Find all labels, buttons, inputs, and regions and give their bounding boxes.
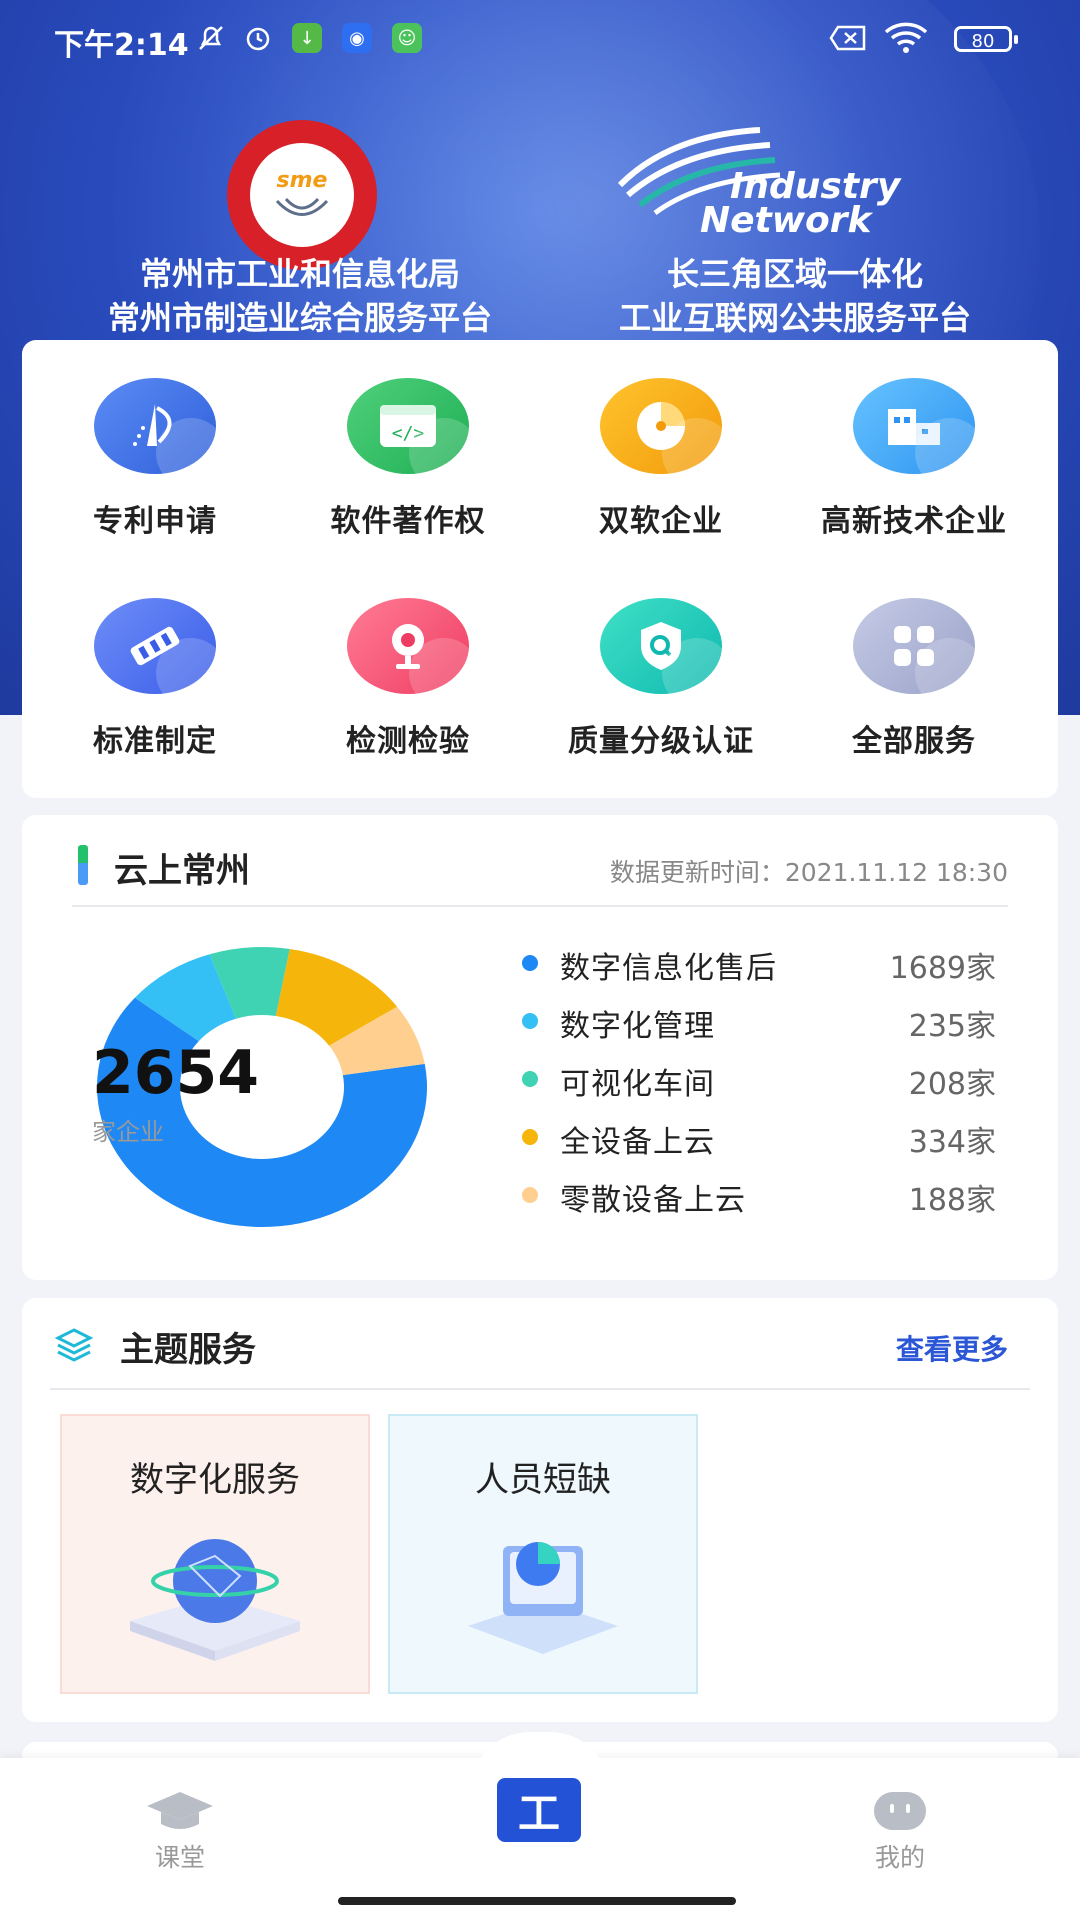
status-time: 下午2:14: [54, 28, 189, 63]
service-label: 检测检验: [346, 724, 470, 759]
logo-line-industry: Industry: [730, 166, 901, 207]
legend-dot: [522, 1071, 538, 1087]
service-label: 双软企业: [599, 504, 723, 539]
divider: [50, 1388, 1030, 1390]
legend-value: 188家: [908, 1183, 996, 1218]
patent-icon: [94, 378, 216, 474]
legend-dot: [522, 1129, 538, 1145]
webcam-icon: [347, 598, 469, 694]
service-quality-cert[interactable]: 质量分级认证: [536, 598, 786, 760]
left-org-line2: 常州市制造业综合服务平台: [107, 299, 492, 337]
theme-tile-digital[interactable]: 数字化服务: [60, 1414, 370, 1694]
download-app-icon: ↓: [292, 22, 322, 54]
service-label: 标准制定: [93, 724, 217, 759]
right-org-line2: 工业互联网公共服务平台: [618, 299, 971, 337]
code-window-icon: </>: [347, 378, 469, 474]
gesture-handle: [338, 1897, 736, 1905]
divider: [72, 905, 1008, 907]
pie-disc-icon: [600, 378, 722, 474]
service-dual-soft[interactable]: 双软企业: [536, 378, 786, 540]
donut-total-unit: 家企业: [92, 1118, 164, 1146]
svg-text:</>: </>: [392, 423, 425, 444]
graduation-cap-icon: [147, 1792, 213, 1829]
section-accent-bar: [78, 845, 88, 885]
chart-legend: 数字信息化售后 1689家 数字化管理 235家 可视化车间 208家 全设备上…: [502, 935, 1022, 1225]
legend-item: 数字信息化售后 1689家: [502, 935, 1022, 993]
chat-app-icon: ☺: [392, 22, 422, 54]
section-title: 主题服务: [120, 1330, 256, 1370]
service-label: 质量分级认证: [568, 724, 754, 759]
alarm-icon: [242, 22, 274, 54]
computer-chart-icon: [468, 1542, 618, 1654]
legend-label: 数字化管理: [560, 1009, 715, 1044]
legend-item: 零散设备上云 188家: [502, 1167, 1022, 1225]
legend-item: 可视化车间 208家: [502, 1051, 1022, 1109]
section-title: 云上常州: [114, 851, 250, 891]
donut-total: 2654: [92, 1038, 259, 1108]
service-label: 全部服务: [852, 724, 976, 759]
globe-platform-icon: [130, 1539, 300, 1661]
wifi-icon: [884, 22, 928, 54]
service-label: 软件著作权: [330, 504, 486, 539]
service-high-tech[interactable]: 高新技术企业: [789, 378, 1039, 540]
grid-four-icon: [853, 598, 975, 694]
nav-classroom[interactable]: 课堂: [140, 1788, 220, 1874]
legend-value: 334家: [908, 1125, 996, 1160]
bottom-nav: 课堂 工 我的: [0, 1732, 1080, 1920]
legend-item: 数字化管理 235家: [502, 993, 1022, 1051]
legend-label: 零散设备上云: [560, 1183, 746, 1218]
legend-label: 数字信息化售后: [560, 951, 777, 986]
radio-app-icon: ◉: [342, 22, 372, 54]
sme-logo: sme: [227, 120, 377, 270]
legend-value: 235家: [908, 1009, 996, 1044]
legend-label: 可视化车间: [560, 1067, 715, 1102]
theme-tile-staff[interactable]: 人员短缺: [388, 1414, 698, 1694]
left-org-name: 常州市工业和信息化局 常州市制造业综合服务平台: [60, 252, 540, 340]
shield-check-icon: [600, 598, 722, 694]
service-all[interactable]: 全部服务: [789, 598, 1039, 760]
right-org-name: 长三角区域一体化 工业互联网公共服务平台: [570, 252, 1020, 340]
logo-line-network: Network: [700, 200, 872, 241]
legend-label: 全设备上云: [560, 1125, 715, 1160]
legend-value: 208家: [908, 1067, 996, 1102]
legend-dot: [522, 1187, 538, 1203]
mute-icon: [195, 22, 227, 54]
service-standard[interactable]: 标准制定: [30, 598, 280, 760]
battery-icon: 80: [954, 26, 1018, 52]
left-org-line1: 常州市工业和信息化局: [139, 255, 460, 293]
sme-logo-text: sme: [276, 167, 328, 193]
service-software-copyright[interactable]: </> 软件著作权: [283, 378, 533, 540]
sim-off-icon: [828, 22, 868, 54]
nav-mine[interactable]: 我的: [860, 1790, 940, 1874]
right-org-line1: 长三角区域一体化: [666, 255, 923, 293]
robot-face-icon: [874, 1792, 926, 1830]
tile-title: 人员短缺: [475, 1460, 611, 1500]
update-time: 数据更新时间：2021.11.12 18:30: [609, 858, 1008, 887]
theme-services-card: 主题服务 查看更多 数字化服务 人员短缺: [22, 1298, 1058, 1722]
legend-dot: [522, 1013, 538, 1029]
service-patent[interactable]: 专利申请: [30, 378, 280, 540]
services-card: 专利申请 </> 软件著作权 双软企业 高新技术企业 标准制定 检测检验 质量分…: [22, 340, 1058, 798]
industry-network-logo: Industry Network: [610, 115, 960, 245]
donut-chart: 2654 家企业: [92, 940, 432, 1235]
legend-item: 全设备上云 334家: [502, 1109, 1022, 1167]
building-icon: [853, 378, 975, 474]
service-inspection[interactable]: 检测检验: [283, 598, 533, 760]
service-label: 专利申请: [93, 504, 217, 539]
legend-dot: [522, 955, 538, 971]
cloud-stats-card: 云上常州 数据更新时间：2021.11.12 18:30 2654 家企业 数字…: [22, 815, 1058, 1280]
nav-label: 课堂: [154, 1843, 205, 1872]
legend-value: 1689家: [889, 951, 996, 986]
ruler-icon: [94, 598, 216, 694]
nav-label: 我的: [874, 1843, 925, 1872]
service-label: 高新技术企业: [821, 504, 1007, 539]
nav-home-button[interactable]: 工: [497, 1778, 581, 1842]
status-bar: 下午2:14 ↓ ◉ ☺ 80: [0, 0, 1080, 80]
view-more-link[interactable]: 查看更多: [896, 1328, 1008, 1368]
tile-title: 数字化服务: [130, 1460, 300, 1500]
layers-icon: [54, 1326, 94, 1370]
